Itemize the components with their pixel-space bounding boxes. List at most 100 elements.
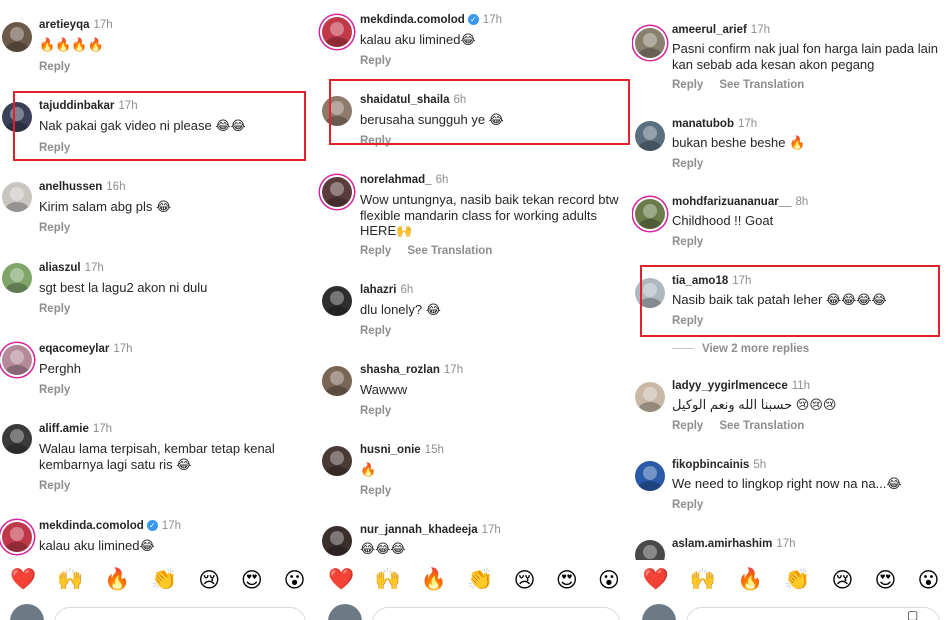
fire-emoji-button[interactable]: 🔥	[737, 568, 763, 592]
avatar[interactable]	[2, 345, 32, 375]
comment-username[interactable]: ameerul_arief	[672, 24, 747, 36]
cry-emoji-button[interactable]: 😢	[832, 568, 854, 593]
heart-eyes-emoji-button[interactable]: 😍	[556, 568, 578, 593]
comment-time: 6h	[435, 174, 449, 186]
avatar[interactable]	[322, 177, 352, 207]
heart-eyes-emoji-button[interactable]: 😍	[241, 568, 263, 593]
wow-emoji-button[interactable]: 😮	[598, 568, 620, 593]
avatar[interactable]	[322, 17, 352, 47]
comment-username[interactable]: aliaszul	[39, 262, 81, 274]
reply-button[interactable]: Reply	[39, 384, 70, 396]
reply-button[interactable]: Reply	[360, 485, 391, 497]
comment-time: 17h	[113, 343, 133, 355]
reply-button[interactable]: Reply	[39, 480, 70, 492]
comments-panel-middle: mekdinda.comolod ✓ 17h kalau aku limined😂 …	[318, 0, 630, 620]
comment-username[interactable]: mekdinda.comolod	[39, 520, 144, 532]
reply-button[interactable]: Reply	[360, 245, 391, 257]
avatar[interactable]	[635, 461, 665, 491]
reply-button[interactable]: Reply	[39, 303, 70, 315]
comment-username[interactable]: anelhussen	[39, 181, 102, 193]
comment-text: Wawww	[360, 382, 408, 397]
see-translation-button[interactable]: See Translation	[719, 79, 804, 91]
comment-time: 17h	[93, 19, 113, 31]
avatar[interactable]	[2, 424, 32, 454]
reply-button[interactable]: Reply	[39, 61, 70, 73]
comment-text: dlu lonely? 😂	[360, 302, 441, 317]
clap-emoji-button[interactable]: 👏	[151, 568, 177, 592]
fire-emoji-button[interactable]: 🔥	[104, 568, 130, 592]
comment-text: bukan beshe beshe 🔥	[672, 135, 806, 150]
comment-username[interactable]: ladyy_yygirlmencece	[672, 380, 788, 392]
comment-text: Walau lama terpisah, kembar tetap kenal …	[39, 441, 275, 472]
comment-username[interactable]: aretieyqa	[39, 19, 90, 31]
comment-time: 6h	[400, 284, 414, 296]
avatar[interactable]	[2, 263, 32, 293]
highlight-box	[13, 91, 306, 161]
comment-username[interactable]: nur_jannah_khadeeja	[360, 524, 478, 536]
comment-input[interactable]	[54, 607, 306, 620]
comment-time: 8h	[795, 196, 809, 208]
heart-emoji-button[interactable]: ❤️	[328, 568, 354, 592]
avatar[interactable]	[322, 446, 352, 476]
comment-username[interactable]: mekdinda.comolod	[360, 14, 465, 26]
reply-button[interactable]: Reply	[672, 158, 703, 170]
avatar[interactable]	[322, 366, 352, 396]
avatar[interactable]	[635, 199, 665, 229]
cry-emoji-button[interactable]: 😢	[514, 568, 536, 593]
avatar[interactable]	[2, 182, 32, 212]
comment-username[interactable]: lahazri	[360, 284, 396, 296]
reply-button[interactable]: Reply	[672, 420, 703, 432]
wow-emoji-button[interactable]: 😮	[918, 568, 940, 593]
avatar[interactable]	[2, 22, 32, 52]
raised-hands-emoji-button[interactable]: 🙌	[375, 568, 401, 592]
cry-emoji-button[interactable]: 😢	[198, 568, 220, 593]
comment-input[interactable]	[372, 607, 620, 620]
comment-composer: ▢	[632, 600, 950, 620]
comment-time: 17h	[750, 24, 770, 36]
comment-username[interactable]: eqacomeylar	[39, 343, 109, 355]
comment-username[interactable]: aliff.amie	[39, 423, 89, 435]
emoji-reaction-bar: ❤️ 🙌 🔥 👏 😢 😍 😮	[0, 560, 316, 600]
avatar[interactable]	[322, 286, 352, 316]
raised-hands-emoji-button[interactable]: 🙌	[57, 568, 83, 592]
view-more-replies-button[interactable]: View 2 more replies	[672, 343, 809, 355]
avatar[interactable]	[635, 28, 665, 58]
avatar[interactable]	[635, 121, 665, 151]
comment-text: 🔥	[360, 462, 377, 477]
comment-time: 15h	[424, 444, 444, 456]
reply-button[interactable]: Reply	[360, 325, 391, 337]
see-translation-button[interactable]: See Translation	[407, 245, 492, 257]
reply-button[interactable]: Reply	[672, 236, 703, 248]
gif-icon[interactable]: ▢	[907, 608, 921, 620]
reply-button[interactable]: Reply	[39, 222, 70, 234]
raised-hands-emoji-button[interactable]: 🙌	[690, 568, 716, 592]
emoji-reaction-bar: ❤️ 🙌 🔥 👏 😢 😍 😮	[318, 560, 630, 600]
reply-button[interactable]: Reply	[672, 499, 703, 511]
comment-username[interactable]: husni_onie	[360, 444, 421, 456]
comment-username[interactable]: norelahmad_	[360, 174, 432, 186]
comment-input[interactable]: ▢	[686, 607, 940, 620]
heart-emoji-button[interactable]: ❤️	[10, 568, 36, 592]
my-avatar	[642, 604, 676, 620]
comment-username[interactable]: mohdfarizuananuar__	[672, 196, 792, 208]
heart-emoji-button[interactable]: ❤️	[643, 568, 669, 592]
avatar[interactable]	[635, 382, 665, 412]
reply-button[interactable]: Reply	[672, 79, 703, 91]
highlight-box	[329, 79, 630, 145]
clap-emoji-button[interactable]: 👏	[467, 568, 493, 592]
avatar[interactable]	[2, 522, 32, 552]
reply-button[interactable]: Reply	[360, 55, 391, 67]
comment-username[interactable]: manatubob	[672, 118, 734, 130]
comment-username[interactable]: aslam.amirhashim	[672, 538, 772, 550]
comment-username[interactable]: fikopbincainis	[672, 459, 749, 471]
comment-username[interactable]: shasha_rozlan	[360, 364, 440, 376]
see-translation-button[interactable]: See Translation	[719, 420, 804, 432]
avatar[interactable]	[322, 526, 352, 556]
fire-emoji-button[interactable]: 🔥	[421, 568, 447, 592]
heart-eyes-emoji-button[interactable]: 😍	[875, 568, 897, 593]
reply-button[interactable]: Reply	[360, 405, 391, 417]
comment-text: Wow untungnya, nasib baik tekan record b…	[360, 192, 619, 238]
clap-emoji-button[interactable]: 👏	[784, 568, 810, 592]
wow-emoji-button[interactable]: 😮	[284, 568, 306, 593]
comments-panel-left: aretieyqa 17h 🔥🔥🔥🔥 Reply tajuddinbakar 17h…	[0, 0, 316, 620]
